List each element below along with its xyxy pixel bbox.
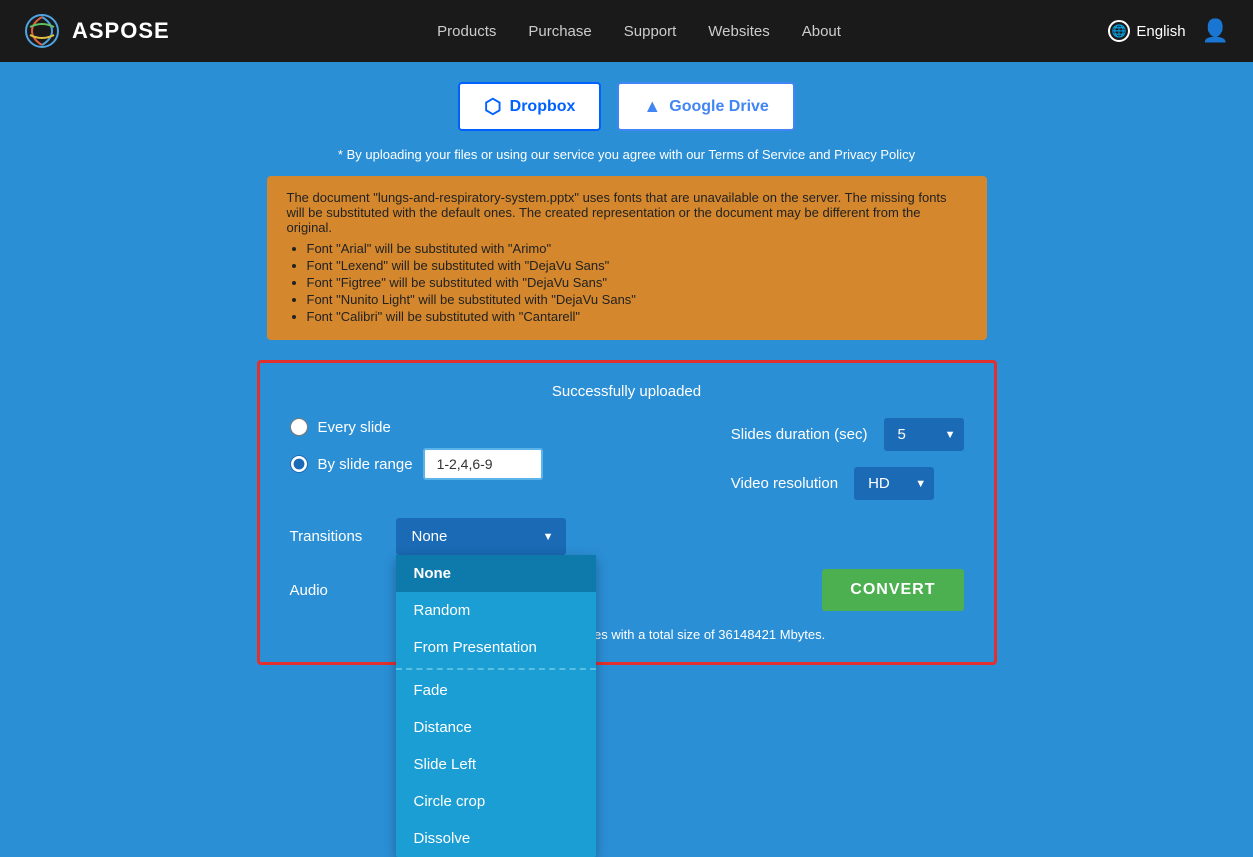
transition-circle-crop[interactable]: Circle crop xyxy=(396,783,596,820)
main-content: ⬡ Dropbox ▲ Google Drive * By uploading … xyxy=(0,62,1253,685)
nav-products[interactable]: Products xyxy=(437,23,496,40)
convert-button[interactable]: CONVERT xyxy=(822,569,963,611)
warning-list: Font "Arial" will be substituted with "A… xyxy=(307,241,967,324)
video-resolution-select-wrapper: HD SD 4K xyxy=(854,467,934,500)
transition-dissolve[interactable]: Dissolve xyxy=(396,820,596,857)
header-right: 🌐 English 👤 xyxy=(1108,18,1229,44)
logo-text: ASPOSE xyxy=(72,18,170,44)
transition-random[interactable]: Random xyxy=(396,592,596,629)
slides-duration-select[interactable]: 5 3 7 10 xyxy=(884,418,964,451)
footer-note: We've already converted 8 files with a t… xyxy=(290,627,964,642)
slide-options: Every slide By slide range xyxy=(290,418,543,480)
dropbox-label: Dropbox xyxy=(510,98,576,116)
list-item: Font "Calibri" will be substituted with … xyxy=(307,309,967,324)
privacy-link[interactable]: Privacy Policy xyxy=(834,147,915,162)
dropbox-icon: ⬡ xyxy=(484,94,501,119)
aspose-logo-icon xyxy=(24,13,60,49)
terms-link[interactable]: Terms of Service xyxy=(708,147,805,162)
by-slide-range-radio[interactable] xyxy=(290,455,308,473)
transitions-dropdown-menu: None Random From Presentation Fade Dista… xyxy=(396,555,596,857)
transition-none[interactable]: None xyxy=(396,555,596,592)
video-resolution-row: Video resolution HD SD 4K xyxy=(731,467,964,500)
audio-convert-row: Audio Non ▶ CONVERT xyxy=(290,569,964,611)
upload-buttons: ⬡ Dropbox ▲ Google Drive xyxy=(40,82,1213,131)
transitions-value: None xyxy=(412,528,448,545)
audio-label: Audio xyxy=(290,582,380,599)
every-slide-radio[interactable] xyxy=(290,418,308,436)
main-card: Successfully uploaded Every slide By sli… xyxy=(257,360,997,665)
video-resolution-select[interactable]: HD SD 4K xyxy=(854,467,934,500)
transitions-dropdown-wrapper: None None Random From Presentation Fade … xyxy=(396,518,566,555)
dropbox-button[interactable]: ⬡ Dropbox xyxy=(458,82,601,131)
language-label: English xyxy=(1136,23,1185,40)
by-slide-range-label: By slide range xyxy=(318,456,413,473)
video-resolution-label: Video resolution xyxy=(731,475,838,492)
warning-text: The document "lungs-and-respiratory-syst… xyxy=(287,190,947,235)
nav-websites[interactable]: Websites xyxy=(708,23,769,40)
slide-range-input[interactable] xyxy=(423,448,543,480)
transition-fade[interactable]: Fade xyxy=(396,672,596,709)
gdrive-icon: ▲ xyxy=(643,96,661,117)
warning-box: The document "lungs-and-respiratory-syst… xyxy=(267,176,987,340)
list-item: Font "Arial" will be substituted with "A… xyxy=(307,241,967,256)
transitions-row: Transitions None None Random From Presen… xyxy=(290,518,964,555)
every-slide-label: Every slide xyxy=(318,419,391,436)
disclaimer-text: * By uploading your files or using our s… xyxy=(40,147,1213,162)
transition-from-presentation[interactable]: From Presentation xyxy=(396,629,596,666)
logo-area: ASPOSE xyxy=(24,13,170,49)
slides-duration-label: Slides duration (sec) xyxy=(731,426,868,443)
slides-duration-select-wrapper: 5 3 7 10 xyxy=(884,418,964,451)
list-item: Font "Lexend" will be substituted with "… xyxy=(307,258,967,273)
every-slide-option: Every slide xyxy=(290,418,543,436)
language-selector[interactable]: 🌐 English xyxy=(1108,20,1185,42)
transition-slide-left[interactable]: Slide Left xyxy=(396,746,596,783)
success-message: Successfully uploaded xyxy=(290,383,964,400)
main-nav: Products Purchase Support Websites About xyxy=(437,23,841,40)
transitions-label: Transitions xyxy=(290,528,380,545)
header: ASPOSE Products Purchase Support Website… xyxy=(0,0,1253,62)
google-drive-button[interactable]: ▲ Google Drive xyxy=(617,82,794,131)
duration-resolution: Slides duration (sec) 5 3 7 10 Video res… xyxy=(731,418,964,500)
slide-range-option: By slide range xyxy=(290,448,543,480)
nav-support[interactable]: Support xyxy=(624,23,677,40)
gdrive-label: Google Drive xyxy=(669,98,769,116)
nav-purchase[interactable]: Purchase xyxy=(528,23,591,40)
list-item: Font "Nunito Light" will be substituted … xyxy=(307,292,967,307)
options-row: Every slide By slide range Slides durati… xyxy=(290,418,964,500)
globe-icon: 🌐 xyxy=(1108,20,1130,42)
transitions-button[interactable]: None xyxy=(396,518,566,555)
transition-distance[interactable]: Distance xyxy=(396,709,596,746)
dropdown-divider xyxy=(396,668,596,670)
slides-duration-row: Slides duration (sec) 5 3 7 10 xyxy=(731,418,964,451)
list-item: Font "Figtree" will be substituted with … xyxy=(307,275,967,290)
nav-about[interactable]: About xyxy=(802,23,841,40)
user-icon[interactable]: 👤 xyxy=(1202,18,1229,44)
